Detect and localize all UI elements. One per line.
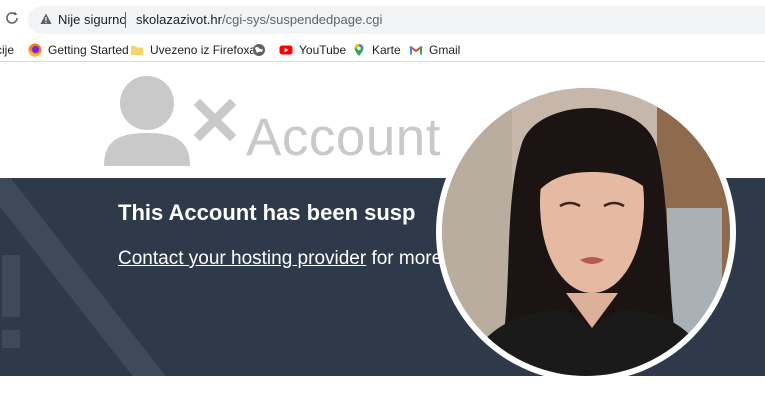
bookmark-maps[interactable]: Karte [352,41,401,59]
reload-icon[interactable] [4,10,20,26]
bookmark-getting-started[interactable]: Getting Started [28,41,129,59]
omnibox-divider [125,12,126,28]
url-host: skolazazivot.hr [136,12,222,27]
not-secure-warning-icon[interactable] [40,13,52,25]
bookmark-youtube[interactable]: YouTube [279,41,346,59]
firefox-icon [28,43,42,57]
bookmark-imported-folder[interactable]: Uvezeno iz Firefoxa [130,41,256,59]
bookmark-apps[interactable]: cije [0,41,14,59]
gmail-icon [409,45,423,55]
bookmark-globe[interactable] [252,41,272,59]
suspended-page: Account This Account has been susp Conta… [0,63,765,402]
youtube-icon [279,45,293,55]
maps-icon [354,44,364,56]
account-heading: Account [246,108,442,167]
browser-address-bar: Nije sigurno skolazazivot.hr/cgi-sys/sus… [0,0,765,38]
bookmark-label: Uvezeno iz Firefoxa [150,43,257,57]
portrait-illustration [442,88,730,376]
folder-icon [131,46,143,55]
bookmark-label: Gmail [429,43,461,57]
user-icon [104,76,190,166]
contact-line: Contact your hosting provider for more i… [118,248,462,270]
bookmark-gmail[interactable]: Gmail [409,41,460,59]
url-omnibox[interactable]: Nije sigurno skolazazivot.hr/cgi-sys/sus… [28,6,765,34]
portrait-image [442,88,730,376]
bookmark-label: YouTube [299,43,347,57]
contact-hosting-provider-link[interactable]: Contact your hosting provider [118,248,366,269]
globe-icon [253,44,265,56]
url-path: /cgi-sys/suspendedpage.cgi [221,12,383,27]
url-text[interactable]: skolazazivot.hr/cgi-sys/suspendedpage.cg… [136,12,382,27]
bookmarks-bar: cije Getting Started Uvezeno iz Firefoxa… [0,38,765,62]
security-label[interactable]: Nije sigurno [58,12,127,27]
bookmark-label: Karte [372,43,401,57]
portrait-photo [436,82,736,382]
bookmark-label: Getting Started [48,43,129,57]
x-icon [194,99,236,141]
bookmark-label: cije [0,43,15,57]
suspension-title: This Account has been susp [118,200,416,225]
